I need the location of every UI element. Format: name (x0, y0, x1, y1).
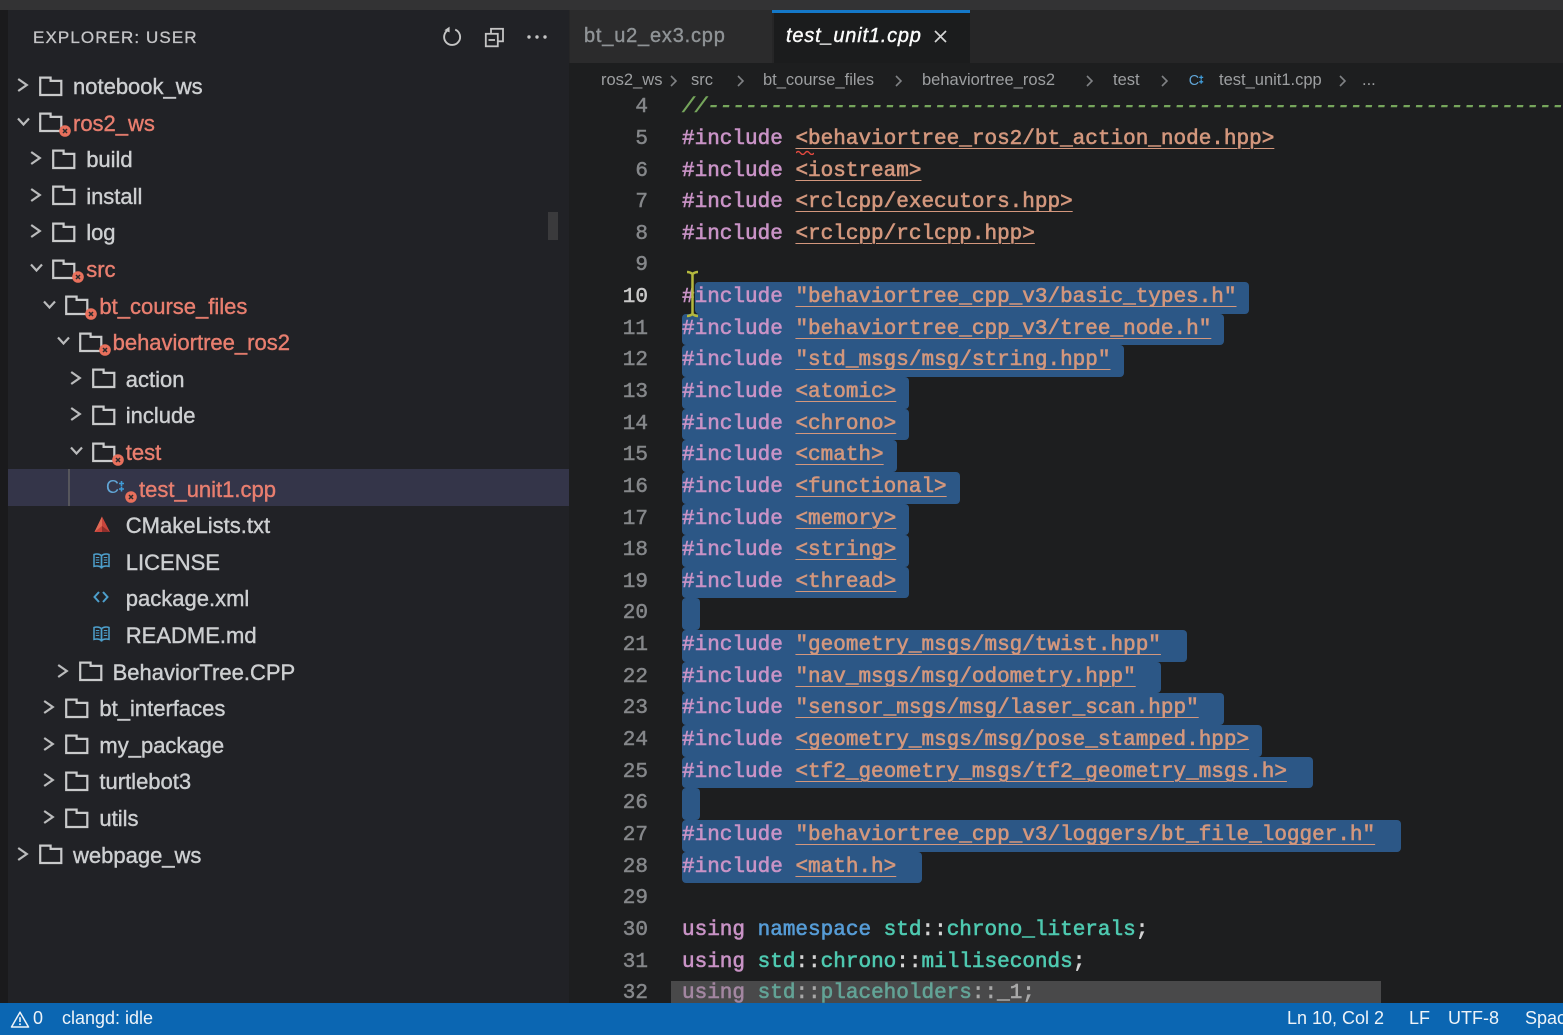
svg-text:C: C (106, 478, 119, 497)
svg-text:C: C (1189, 73, 1199, 89)
